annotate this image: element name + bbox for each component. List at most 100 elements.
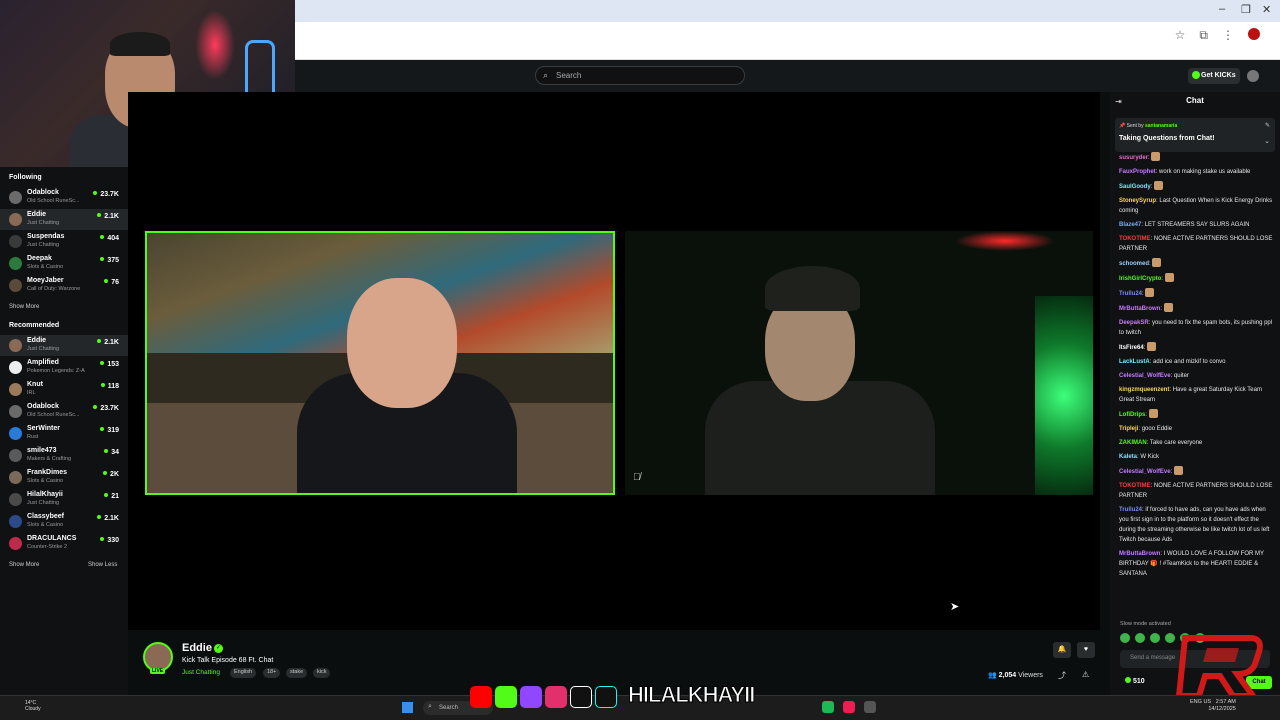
chat-username[interactable]: Blaze47: [1119, 222, 1141, 228]
chat-message: LofiDrips:: [1119, 409, 1274, 420]
chat-username[interactable]: kingzmqueenzent: [1119, 387, 1169, 393]
chat-username[interactable]: Trullu24: [1119, 507, 1142, 513]
chat-username[interactable]: Trullu24: [1119, 291, 1142, 297]
sidebar-following-deepak[interactable]: Deepak Slots & Casino 375: [0, 253, 128, 274]
channel-category: IRL: [27, 390, 36, 396]
chat-username[interactable]: TOKOTIME: [1119, 483, 1151, 489]
tag-stake[interactable]: stake: [286, 668, 308, 678]
tag-english[interactable]: English: [230, 668, 257, 678]
emote-icon[interactable]: [1120, 633, 1130, 643]
sidebar-recommended-smile473[interactable]: smile473 Makers & Crafting 34: [0, 445, 128, 466]
sidebar-following-suspendas[interactable]: Suspendas Just Chatting 404: [0, 231, 128, 252]
chat-message: TOKOTIME: NONE ACTIVE PARTNERS SHOULD LO…: [1119, 481, 1274, 501]
channel-viewers: 23.7K: [93, 405, 119, 412]
channel-avatar: [9, 427, 22, 440]
viewer-count: 👥 2,054 Viewers: [988, 671, 1043, 679]
sidebar-recommended-amplified[interactable]: Amplified Pokemon Legends: Z-A 153: [0, 357, 128, 378]
pinned-message[interactable]: 📌 Sent by santanamaria Taking Questions …: [1115, 118, 1275, 152]
chat-message: IrishGirlCrypto:: [1119, 273, 1274, 284]
recommended-show-more[interactable]: Show More: [9, 562, 39, 568]
following-show-more[interactable]: Show More: [9, 304, 39, 310]
sidebar-recommended-draculancs[interactable]: DRACULANCS Counter-Strike 2 330: [0, 533, 128, 554]
share-icon[interactable]: ⤴: [1058, 670, 1066, 681]
chevron-down-icon[interactable]: ⌄: [1264, 137, 1270, 145]
search-input[interactable]: ⌕ Search: [535, 66, 745, 85]
channel-viewers: 118: [101, 383, 119, 390]
spotify-icon[interactable]: [822, 701, 834, 713]
chat-message: Kaleta: W Kick: [1119, 452, 1274, 462]
tag-kick[interactable]: kick: [313, 668, 331, 678]
following-title: Following: [9, 174, 42, 181]
streamer-name[interactable]: Eddie: [182, 642, 212, 654]
get-kicks-button[interactable]: Get KICKs: [1188, 68, 1240, 84]
chat-username[interactable]: StoneySyrup: [1119, 198, 1156, 204]
sidebar-following-eddie[interactable]: Eddie Just Chatting 2.1K: [0, 209, 128, 230]
chat-username[interactable]: susuryder: [1119, 155, 1148, 161]
channel-name: Deepak: [27, 255, 52, 262]
emote-icon[interactable]: [1150, 633, 1160, 643]
channel-category: Just Chatting: [27, 220, 60, 226]
chat-username[interactable]: MrButtaBrown: [1119, 306, 1160, 312]
report-icon[interactable]: ⚠: [1082, 670, 1089, 679]
chat-username[interactable]: schoomed: [1119, 261, 1149, 267]
user-avatar[interactable]: [1247, 70, 1259, 82]
sidebar-recommended-serwinter[interactable]: SerWinter Rust 319: [0, 423, 128, 444]
channel-avatar: [9, 493, 22, 506]
channel-viewers: 23.7K: [93, 191, 119, 198]
chat-username[interactable]: Tripleji: [1119, 426, 1138, 432]
star-icon[interactable]: ☆: [1175, 28, 1186, 43]
chat-message: Celestial_WolfEve: quiter: [1119, 371, 1274, 381]
chat-username[interactable]: Celestial_WolfEve: [1119, 469, 1171, 475]
channel-category: Just Chatting: [27, 500, 60, 506]
sidebar-recommended-knut[interactable]: Knut IRL 118: [0, 379, 128, 400]
chat-message: Tripleji: gooo Eddie: [1119, 424, 1274, 434]
extensions-icon[interactable]: ⧉: [1199, 28, 1208, 43]
channel-viewers: 375: [100, 257, 119, 264]
weather-widget[interactable]: 14°C Cloudy: [25, 700, 41, 712]
sidebar-following-odablock[interactable]: Odablock Old School RuneSc... 23.7K: [0, 187, 128, 208]
webcam-neon-light: [245, 40, 275, 100]
emote-icon[interactable]: [1135, 633, 1145, 643]
sidebar-recommended-odablock[interactable]: Odablock Old School RuneSc... 23.7K: [0, 401, 128, 422]
chat-text: W Kick: [1140, 454, 1160, 460]
minimize-button[interactable]: –: [1219, 3, 1225, 15]
channel-name: Eddie: [27, 211, 47, 218]
chat-username[interactable]: Kaleta: [1119, 454, 1137, 460]
tag-18plus[interactable]: 18+: [263, 668, 281, 678]
sidebar-recommended-eddie[interactable]: Eddie Just Chatting 2.1K: [0, 335, 128, 356]
channel-name: smile473: [27, 447, 57, 454]
chat-username[interactable]: MrButtaBrown: [1119, 551, 1160, 557]
chat-username[interactable]: Celestial_WolfEve: [1119, 373, 1171, 379]
chat-username[interactable]: IrishGirlCrypto: [1119, 276, 1161, 282]
follow-heart-button[interactable]: ♥: [1077, 642, 1095, 658]
system-tray[interactable]: ENG US 2:57 AM 14/12/2025: [1190, 699, 1236, 713]
profile-avatar[interactable]: [1248, 28, 1260, 40]
unpin-icon[interactable]: ✎: [1265, 122, 1270, 129]
stream-category[interactable]: Just Chatting: [182, 669, 220, 676]
overlay-handle: HILALKHAYII: [627, 682, 755, 708]
chat-username[interactable]: ZAKIMAN: [1119, 440, 1147, 446]
media-player-icon[interactable]: [864, 701, 876, 713]
maximize-button[interactable]: ❐: [1241, 3, 1251, 16]
muted-mic-icon: 🎙̸: [633, 472, 641, 483]
chat-message: kingzmqueenzent: Have a great Saturday K…: [1119, 385, 1274, 405]
sidebar-recommended-hilalkhayii[interactable]: HilalKhayii Just Chatting 21: [0, 489, 128, 510]
sidebar-recommended-frankdimes[interactable]: FrankDimes Slots & Casino 2K: [0, 467, 128, 488]
chat-emote-icon: [1148, 409, 1158, 418]
chat-username[interactable]: LofiDrips: [1119, 412, 1145, 418]
chat-username[interactable]: FauxProphet: [1119, 169, 1156, 175]
chat-username[interactable]: LackLustA: [1119, 359, 1150, 365]
chat-username[interactable]: DeepakSR: [1119, 320, 1149, 326]
slow-mode-notice: Slow mode activated: [1120, 621, 1171, 627]
chat-username[interactable]: ItsFire64: [1119, 345, 1144, 351]
sidebar-recommended-classybeef[interactable]: Classybeef Slots & Casino 2.1K: [0, 511, 128, 532]
notification-bell-button[interactable]: 🔔: [1053, 642, 1071, 658]
recommended-show-less[interactable]: Show Less: [88, 562, 117, 568]
chat-username[interactable]: SaulGoody: [1119, 184, 1151, 190]
windows-start-button[interactable]: [402, 702, 413, 713]
tiktok-app-icon[interactable]: [843, 701, 855, 713]
chat-username[interactable]: TOKOTIME: [1119, 236, 1151, 242]
menu-icon[interactable]: ⋮: [1222, 28, 1234, 43]
close-button[interactable]: ✕: [1262, 3, 1271, 16]
sidebar-following-moeyjaber[interactable]: MoeyJaber Call of Duty: Warzone 76: [0, 275, 128, 296]
